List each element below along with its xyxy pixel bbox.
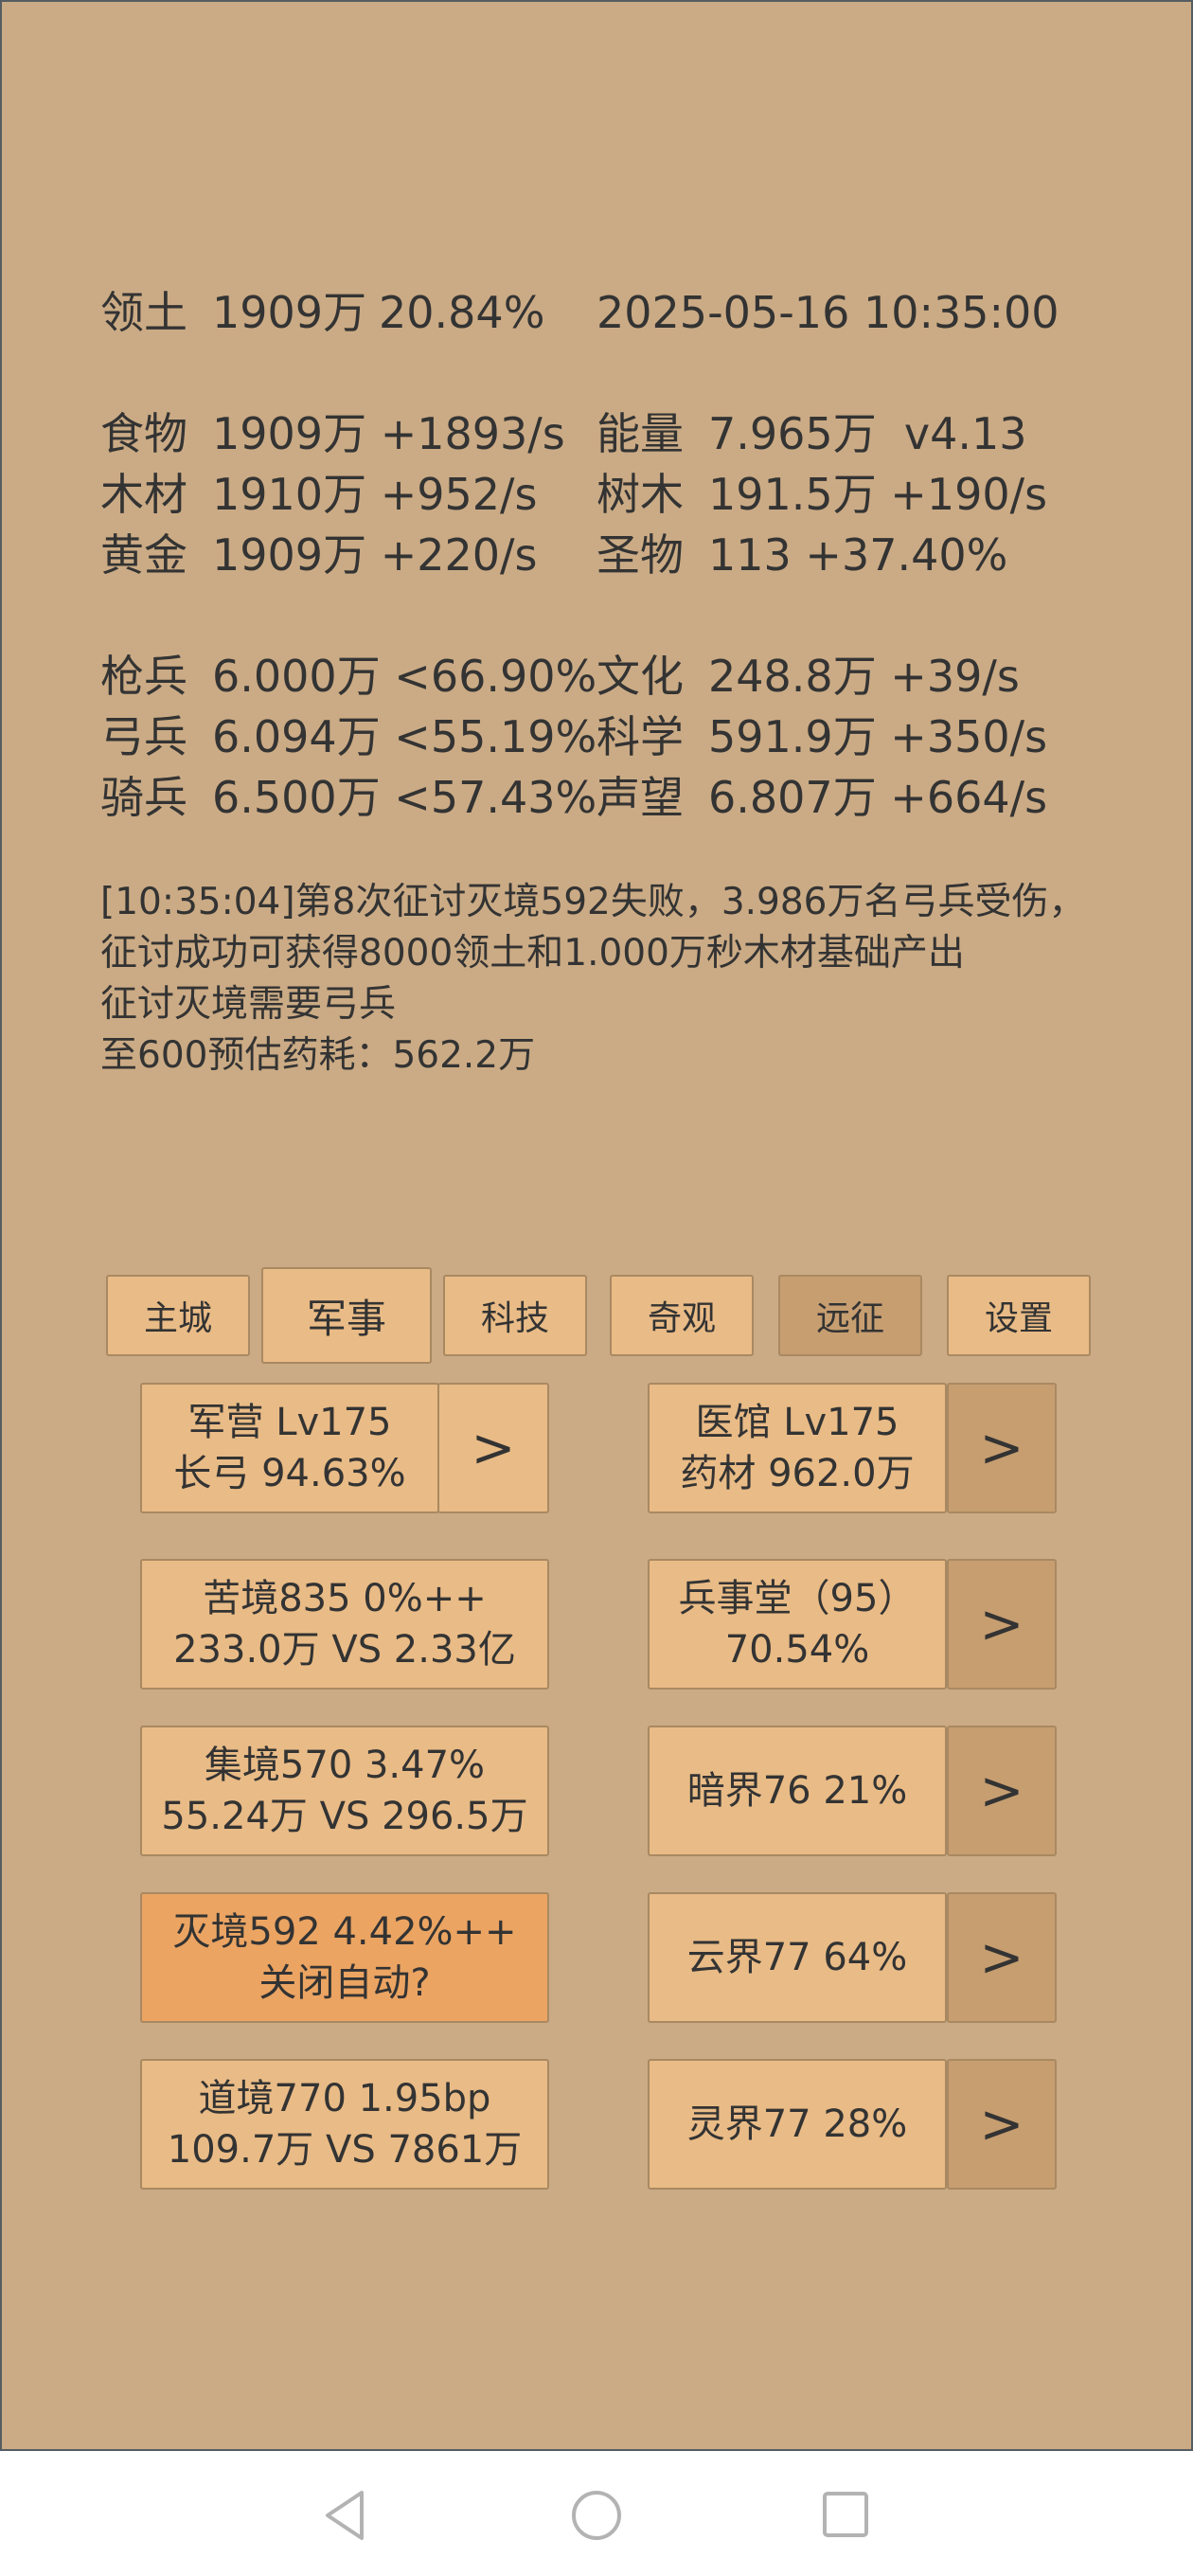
barracks-progress: 长弓 94.63% — [173, 1452, 406, 1495]
barracks-level: 军营 Lv175 — [187, 1401, 392, 1444]
tab-military[interactable]: 军事 — [261, 1267, 432, 1364]
system-nav-bar — [0, 2453, 1193, 2576]
gold-value: 1909万 +220/s — [212, 529, 538, 581]
log-line-1: [10:35:04]第8次征讨灭境592失败，3.986万名弓兵受伤，征讨成功可… — [100, 881, 1086, 975]
prestige-label: 声望 — [596, 772, 684, 823]
barracks-button[interactable]: 军营 Lv175 长弓 94.63% — [140, 1383, 439, 1513]
datetime: 2025-05-16 10:35:00 — [596, 287, 1059, 338]
spear-label: 枪兵 — [100, 651, 187, 702]
science-value: 591.9万 +350/s — [708, 711, 1048, 762]
cavalry-value: 6.500万 <57.43% — [212, 772, 597, 823]
culture-value: 248.8万 +39/s — [708, 651, 1020, 702]
recents-icon[interactable] — [822, 2491, 869, 2538]
an-realm-button[interactable]: 暗界76 21% — [648, 1726, 947, 1856]
food-label: 食物 — [100, 408, 187, 459]
log-line-2: 征讨灭境需要弓兵 — [100, 983, 397, 1026]
dao-realm-button[interactable]: 道境770 1.95bp 109.7万 VS 7861万 — [140, 2059, 549, 2190]
gold-label: 黄金 — [100, 529, 187, 581]
yun-realm-arrow-button[interactable]: > — [947, 1892, 1057, 2023]
game-screen: 领土 1909万 20.84% 2025-05-16 10:35:00 食物 1… — [0, 0, 1193, 2451]
log-line-3: 至600预估药耗：562.2万 — [100, 1034, 536, 1077]
military-hall-button[interactable]: 兵事堂（95） 70.54% — [648, 1559, 947, 1690]
hospital-arrow-button[interactable]: > — [947, 1383, 1057, 1513]
ku-realm-button[interactable]: 苦境835 0%++ 233.0万 VS 2.33亿 — [140, 1559, 549, 1690]
energy-label: 能量 — [596, 408, 684, 459]
prestige-value: 6.807万 +664/s — [708, 772, 1048, 823]
tree-value: 191.5万 +190/s — [708, 469, 1048, 520]
tab-settings[interactable]: 设置 — [947, 1275, 1091, 1356]
spear-value: 6.000万 <66.90% — [212, 651, 597, 702]
home-icon[interactable] — [570, 2489, 623, 2542]
mie-realm-button[interactable]: 灭境592 4.42%++ 关闭自动? — [140, 1892, 549, 2023]
territory-label: 领土 — [100, 287, 187, 338]
archer-value: 6.094万 <55.19% — [212, 711, 597, 762]
ji-realm-button[interactable]: 集境570 3.47% 55.24万 VS 296.5万 — [140, 1726, 549, 1856]
dao-realm-power: 109.7万 VS 7861万 — [167, 2128, 523, 2172]
an-realm-arrow-button[interactable]: > — [947, 1726, 1057, 1856]
yun-realm-button[interactable]: 云界77 64% — [648, 1892, 947, 2023]
military-hall-progress: 70.54% — [724, 1628, 870, 1672]
mie-realm-auto-toggle: 关闭自动? — [258, 1961, 431, 2005]
tree-label: 树木 — [596, 469, 684, 520]
ji-realm-power: 55.24万 VS 296.5万 — [161, 1795, 528, 1838]
tab-expedition[interactable]: 远征 — [778, 1275, 922, 1356]
ling-realm-button[interactable]: 灵界77 28% — [648, 2059, 947, 2190]
ji-realm-title: 集境570 3.47% — [204, 1744, 486, 1787]
science-label: 科学 — [596, 711, 684, 762]
back-icon[interactable] — [322, 2489, 367, 2542]
energy-value: 7.965万 v4.13 — [708, 408, 1027, 459]
cavalry-label: 骑兵 — [100, 772, 187, 823]
hospital-level: 医馆 Lv175 — [695, 1401, 899, 1444]
mie-realm-title: 灭境592 4.42%++ — [172, 1910, 517, 1954]
food-value: 1909万 +1893/s — [212, 408, 565, 459]
hospital-button[interactable]: 医馆 Lv175 药材 962.0万 — [648, 1383, 947, 1513]
dao-realm-title: 道境770 1.95bp — [198, 2077, 491, 2120]
culture-label: 文化 — [596, 651, 684, 702]
territory-value: 1909万 — [212, 287, 367, 338]
tab-main-city[interactable]: 主城 — [106, 1275, 250, 1356]
territory-percent: 20.84% — [379, 287, 545, 338]
barracks-arrow-button[interactable]: > — [437, 1383, 549, 1513]
wood-label: 木材 — [100, 469, 187, 520]
wood-value: 1910万 +952/s — [212, 469, 538, 520]
an-realm-title: 暗界76 21% — [686, 1769, 908, 1813]
military-hall-arrow-button[interactable]: > — [947, 1559, 1057, 1690]
hospital-medicine: 药材 962.0万 — [680, 1452, 915, 1495]
yun-realm-title: 云界77 64% — [686, 1936, 908, 1979]
tab-wonders[interactable]: 奇观 — [610, 1275, 754, 1356]
military-hall-title: 兵事堂（95） — [678, 1577, 917, 1620]
relic-label: 圣物 — [596, 529, 684, 581]
relic-value: 113 +37.40% — [708, 529, 1008, 581]
tab-technology[interactable]: 科技 — [443, 1275, 587, 1356]
archer-label: 弓兵 — [100, 711, 187, 762]
ku-realm-title: 苦境835 0%++ — [203, 1577, 487, 1620]
battle-log: [10:35:04]第8次征讨灭境592失败，3.986万名弓兵受伤，征讨成功可… — [100, 877, 1104, 1082]
ku-realm-power: 233.0万 VS 2.33亿 — [173, 1628, 516, 1672]
ling-realm-arrow-button[interactable]: > — [947, 2059, 1057, 2190]
ling-realm-title: 灵界77 28% — [686, 2102, 908, 2146]
